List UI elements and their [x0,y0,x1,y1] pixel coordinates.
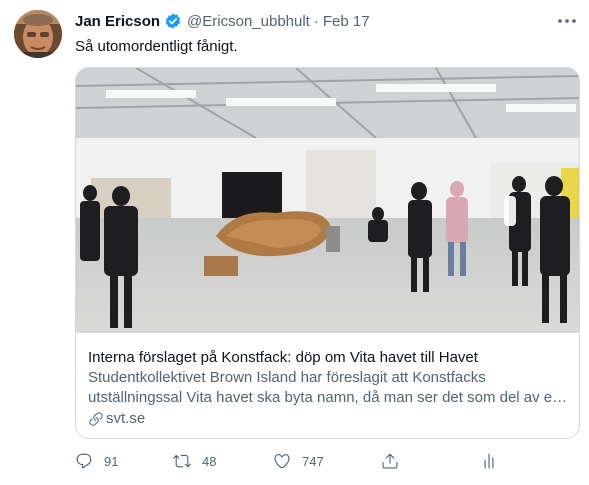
share-button[interactable] [381,452,410,470]
reply-icon [76,453,92,469]
card-domain-text: svt.se [106,410,146,427]
verified-icon [164,12,182,30]
card-image[interactable] [76,68,579,332]
analytics-icon [484,453,494,469]
retweet-icon [173,454,191,468]
card-description-line1: Studentkollektivet Brown Island har före… [88,369,486,386]
like-count: 747 [302,453,324,469]
reply-count: 91 [104,453,119,469]
author-name[interactable]: Jan Ericson [75,13,160,30]
link-icon [89,411,103,426]
tweet-date[interactable]: Feb 17 [323,13,370,30]
retweet-count: 48 [202,453,217,469]
more-icon[interactable] [557,14,577,28]
card-divider [76,332,579,333]
tweet-header: Jan Ericson @Ericson_ubbhult · Feb 17 [75,11,575,31]
card-description[interactable]: Studentkollektivet Brown Island har före… [88,368,570,408]
tweet-actions: 91 48 747 [75,452,580,474]
card-description-line2: utställningssal Vita havet ska byta namn… [88,389,570,406]
analytics-button[interactable] [480,452,509,470]
like-button[interactable]: 747 [273,452,324,470]
share-icon [382,453,398,469]
like-icon [274,454,290,469]
separator-dot: · [313,12,319,30]
card-title[interactable]: Interna förslaget på Konstfack: döp om V… [88,348,568,367]
retweet-button[interactable]: 48 [173,452,216,470]
reply-button[interactable]: 91 [75,452,118,470]
link-card[interactable]: Interna förslaget på Konstfack: döp om V… [75,67,580,439]
avatar[interactable] [14,10,62,58]
author-handle[interactable]: @Ericson_ubbhult [187,13,310,30]
tweet-text: Så utomordentligt fånigt. [75,38,238,55]
card-domain[interactable]: svt.se [88,410,145,427]
